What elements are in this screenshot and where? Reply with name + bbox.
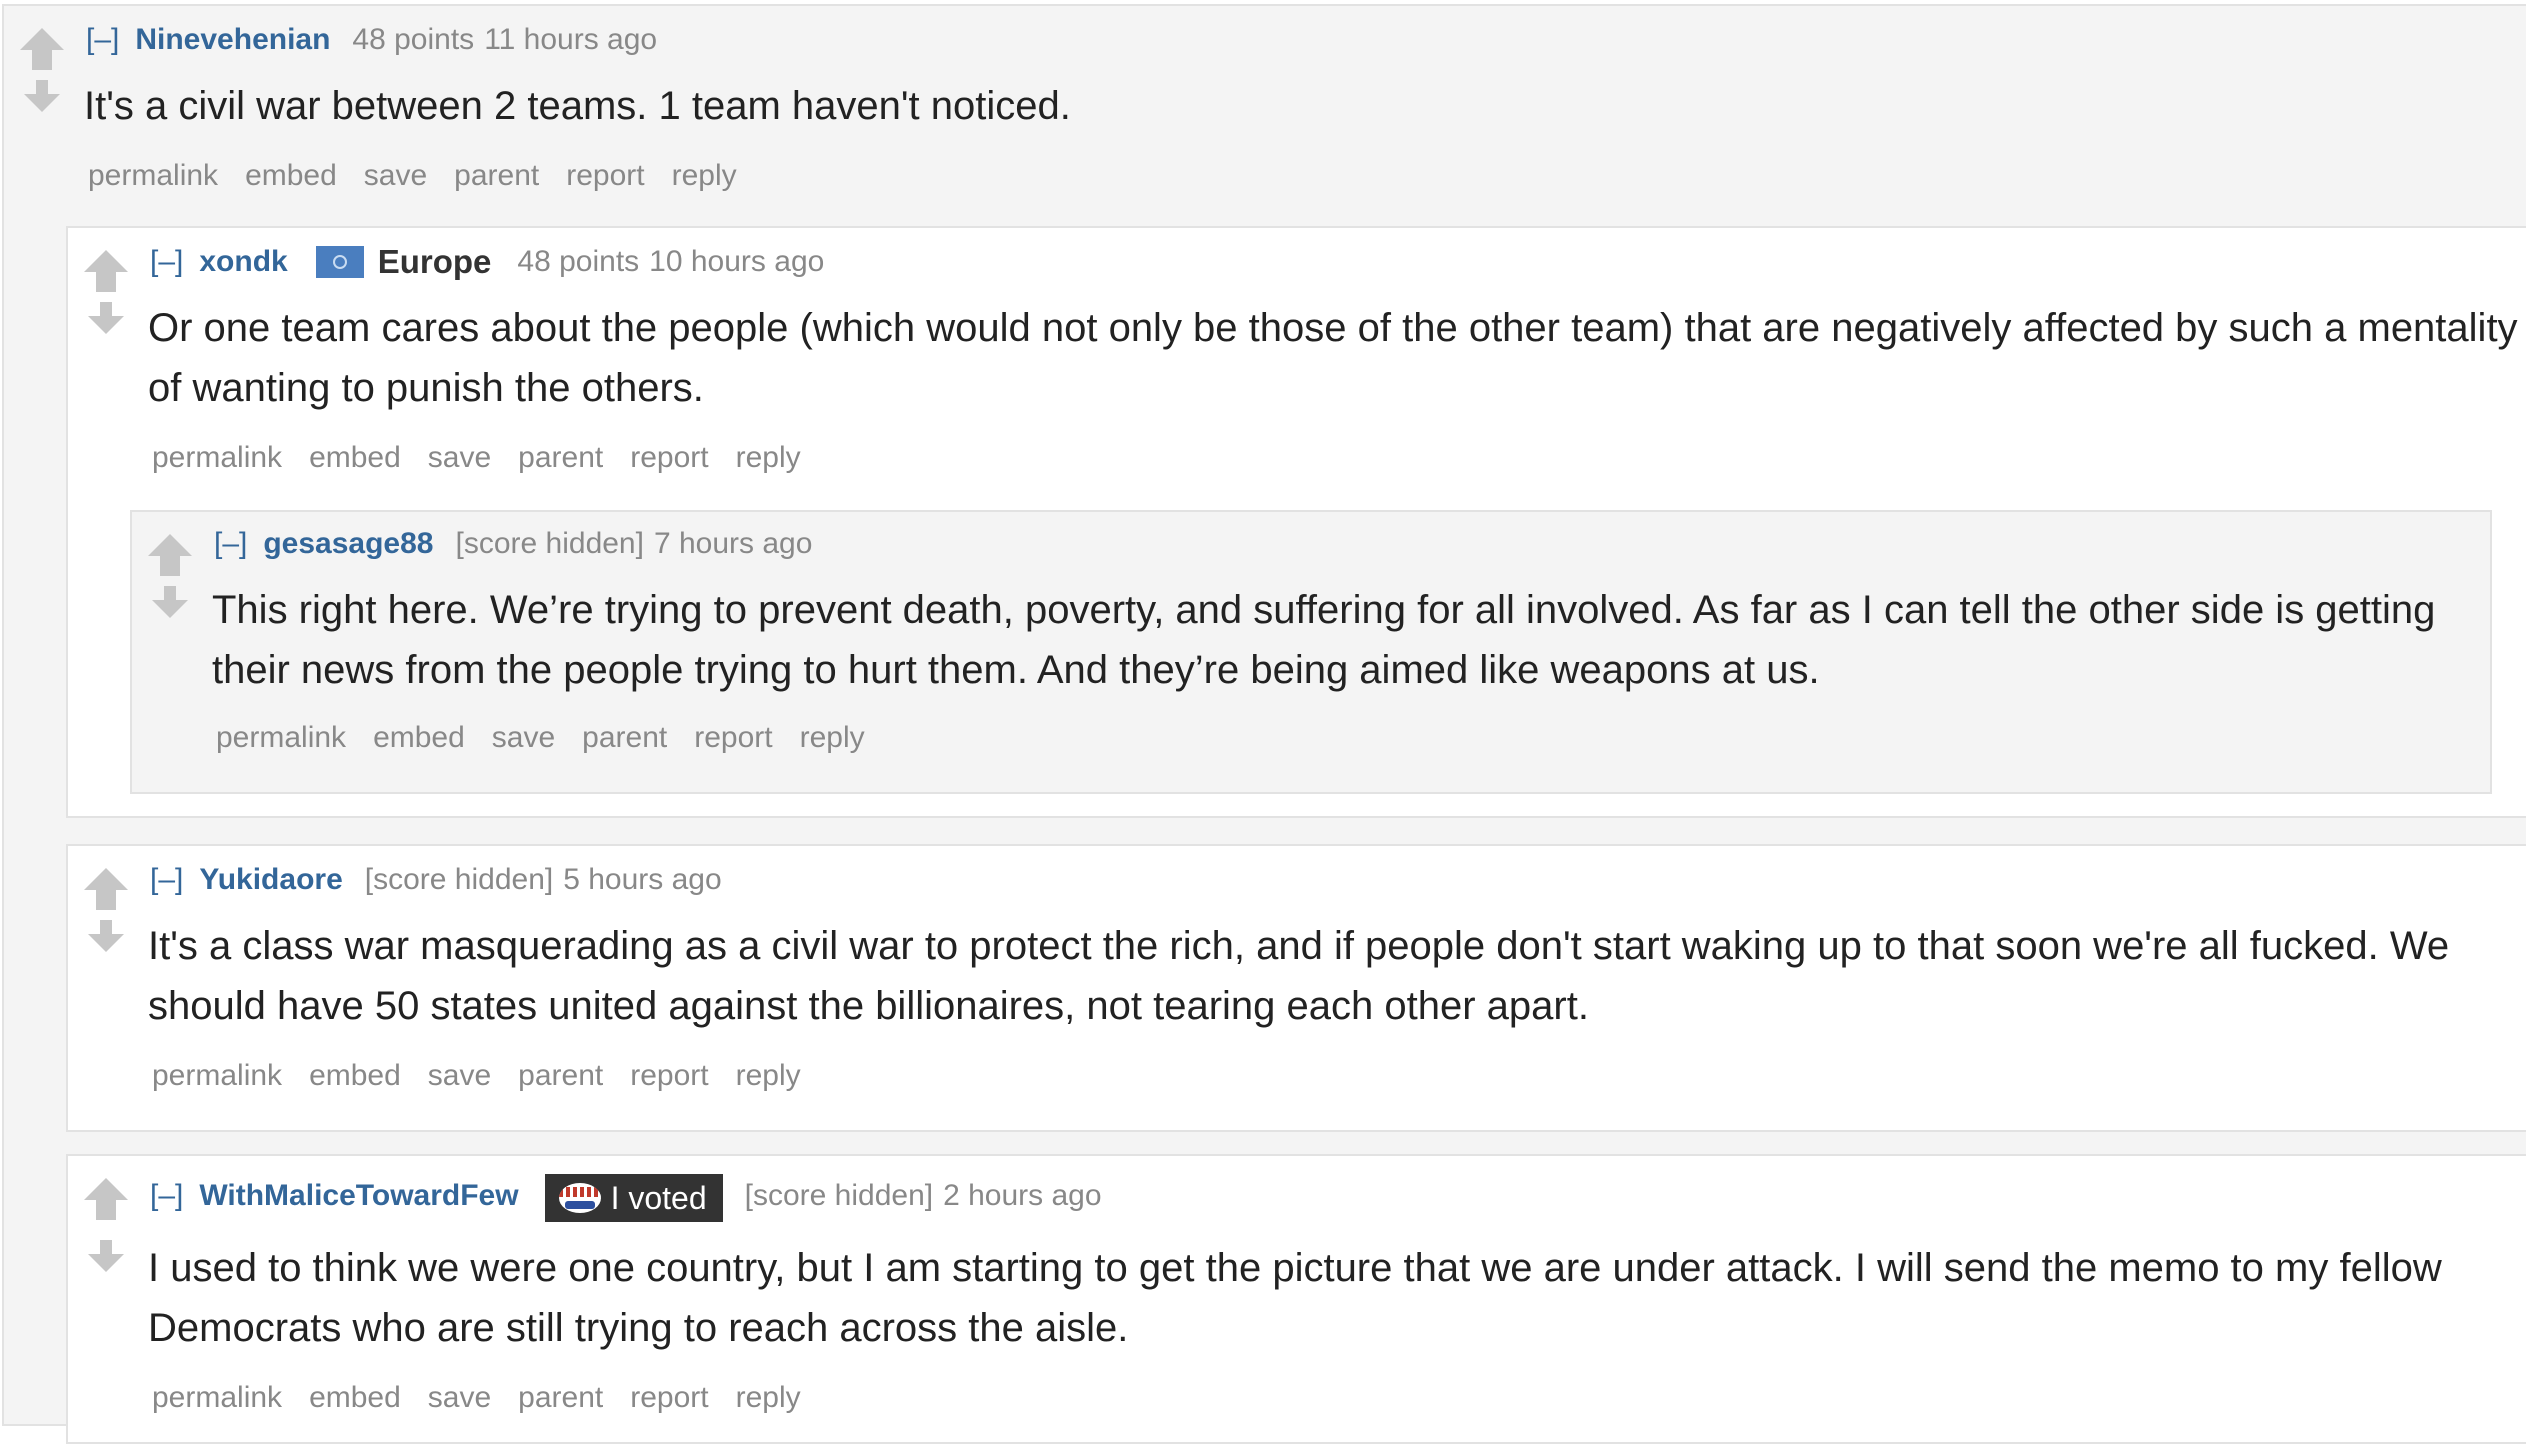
comment-actions: permalink embed save parent report reply bbox=[216, 718, 892, 758]
comment-time: 5 hours ago bbox=[563, 863, 722, 896]
comment-body: This right here. We’re trying to prevent… bbox=[212, 588, 2436, 692]
embed-button[interactable]: embed bbox=[373, 721, 465, 754]
downvote-arrow-icon[interactable] bbox=[84, 1240, 128, 1272]
flair-text: Europe bbox=[377, 243, 492, 280]
downvote-arrow-icon[interactable] bbox=[84, 302, 128, 334]
i-voted-sticker-icon bbox=[558, 1183, 601, 1213]
save-button[interactable]: save bbox=[428, 1381, 491, 1414]
comment-time: 7 hours ago bbox=[653, 527, 813, 560]
embed-button[interactable]: embed bbox=[309, 441, 401, 474]
permalink-button[interactable]: permalink bbox=[88, 159, 218, 192]
comment-body: It's a class war masquerading as a civil… bbox=[148, 924, 2450, 1028]
upvote-arrow-icon[interactable] bbox=[84, 250, 128, 292]
author-link[interactable]: Ninevehenian bbox=[135, 20, 330, 60]
comment-tagline: [–] Yukidaore [score hidden] 5 hours ago bbox=[150, 860, 722, 900]
comment-score: [score hidden] bbox=[744, 1179, 934, 1212]
comment-body: I used to think we were one country, but… bbox=[148, 1246, 2442, 1350]
comment-tagline: [–] Ninevehenian 48 points 11 hours ago bbox=[86, 20, 657, 60]
report-button[interactable]: report bbox=[566, 159, 644, 192]
comment-actions: permalink embed save parent report reply bbox=[152, 1056, 828, 1096]
parent-button[interactable]: parent bbox=[518, 441, 603, 474]
comment-time: 11 hours ago bbox=[484, 23, 658, 56]
un-flag-icon bbox=[315, 246, 364, 278]
collapse-toggle[interactable]: [–] bbox=[214, 524, 247, 564]
author-link[interactable]: gesasage88 bbox=[263, 524, 433, 564]
report-button[interactable]: report bbox=[694, 721, 772, 754]
collapse-toggle[interactable]: [–] bbox=[86, 20, 119, 60]
author-link[interactable]: xondk bbox=[199, 242, 287, 282]
save-button[interactable]: save bbox=[364, 159, 427, 192]
upvote-arrow-icon[interactable] bbox=[20, 28, 64, 70]
comment-actions: permalink embed save parent report reply bbox=[152, 438, 828, 478]
report-button[interactable]: report bbox=[630, 1059, 708, 1092]
comment-tagline: [–] xondk Europe 48 points 10 hours ago bbox=[150, 242, 824, 282]
reply-button[interactable]: reply bbox=[736, 441, 801, 474]
save-button[interactable]: save bbox=[428, 1059, 491, 1092]
downvote-arrow-icon[interactable] bbox=[84, 920, 128, 952]
collapse-toggle[interactable]: [–] bbox=[150, 860, 183, 900]
comment-score: [score hidden] bbox=[455, 527, 644, 560]
upvote-arrow-icon[interactable] bbox=[84, 868, 128, 910]
comment-body: It's a civil war between 2 teams. 1 team… bbox=[84, 84, 1071, 128]
collapse-toggle[interactable]: [–] bbox=[150, 1176, 183, 1216]
comment-withmalicetowardfew: [–] WithMaliceTowardFew I voted [score h… bbox=[66, 1154, 2526, 1444]
downvote-arrow-icon[interactable] bbox=[148, 586, 192, 618]
permalink-button[interactable]: permalink bbox=[152, 1059, 282, 1092]
author-link[interactable]: WithMaliceTowardFew bbox=[199, 1176, 518, 1216]
save-button[interactable]: save bbox=[428, 441, 491, 474]
embed-button[interactable]: embed bbox=[245, 159, 337, 192]
comment-score: [score hidden] bbox=[364, 863, 554, 896]
save-button[interactable]: save bbox=[492, 721, 555, 754]
embed-button[interactable]: embed bbox=[309, 1059, 401, 1092]
comment-body: Or one team cares about the people (whic… bbox=[148, 306, 2518, 410]
report-button[interactable]: report bbox=[630, 1381, 708, 1414]
comment-score: 48 points bbox=[352, 23, 475, 56]
reply-button[interactable]: reply bbox=[736, 1381, 801, 1414]
comment-actions: permalink embed save parent report reply bbox=[88, 156, 764, 196]
comment-actions: permalink embed save parent report reply bbox=[152, 1378, 828, 1418]
upvote-arrow-icon[interactable] bbox=[148, 534, 192, 576]
comment-gesasage88: [–] gesasage88 [score hidden] 7 hours ag… bbox=[130, 510, 2492, 794]
parent-button[interactable]: parent bbox=[518, 1059, 603, 1092]
comment-tagline: [–] WithMaliceTowardFew I voted [score h… bbox=[150, 1170, 1102, 1222]
comment-score: 48 points bbox=[517, 245, 640, 278]
permalink-button[interactable]: permalink bbox=[216, 721, 346, 754]
reply-button[interactable]: reply bbox=[736, 1059, 801, 1092]
reply-button[interactable]: reply bbox=[800, 721, 865, 754]
comment-yukidaore: [–] Yukidaore [score hidden] 5 hours ago… bbox=[66, 844, 2526, 1132]
permalink-button[interactable]: permalink bbox=[152, 1381, 282, 1414]
comment-time: 2 hours ago bbox=[943, 1179, 1102, 1212]
comment-xondk: [–] xondk Europe 48 points 10 hours ago … bbox=[66, 226, 2526, 818]
report-button[interactable]: report bbox=[630, 441, 708, 474]
author-link[interactable]: Yukidaore bbox=[199, 860, 342, 900]
parent-button[interactable]: parent bbox=[454, 159, 539, 192]
parent-button[interactable]: parent bbox=[582, 721, 667, 754]
user-flair: Europe bbox=[310, 242, 492, 282]
comment-time: 10 hours ago bbox=[649, 245, 825, 278]
downvote-arrow-icon[interactable] bbox=[20, 80, 64, 112]
embed-button[interactable]: embed bbox=[309, 1381, 401, 1414]
comment-ninevehenian: [–] Ninevehenian 48 points 11 hours ago … bbox=[2, 4, 2526, 1444]
user-flair: I voted bbox=[544, 1174, 723, 1222]
flair-text: I voted bbox=[610, 1180, 707, 1216]
permalink-button[interactable]: permalink bbox=[152, 441, 282, 474]
comment-tagline: [–] gesasage88 [score hidden] 7 hours ag… bbox=[214, 524, 812, 564]
parent-button[interactable]: parent bbox=[518, 1381, 603, 1414]
reply-button[interactable]: reply bbox=[672, 159, 737, 192]
upvote-arrow-icon[interactable] bbox=[84, 1178, 128, 1220]
collapse-toggle[interactable]: [–] bbox=[150, 242, 183, 282]
